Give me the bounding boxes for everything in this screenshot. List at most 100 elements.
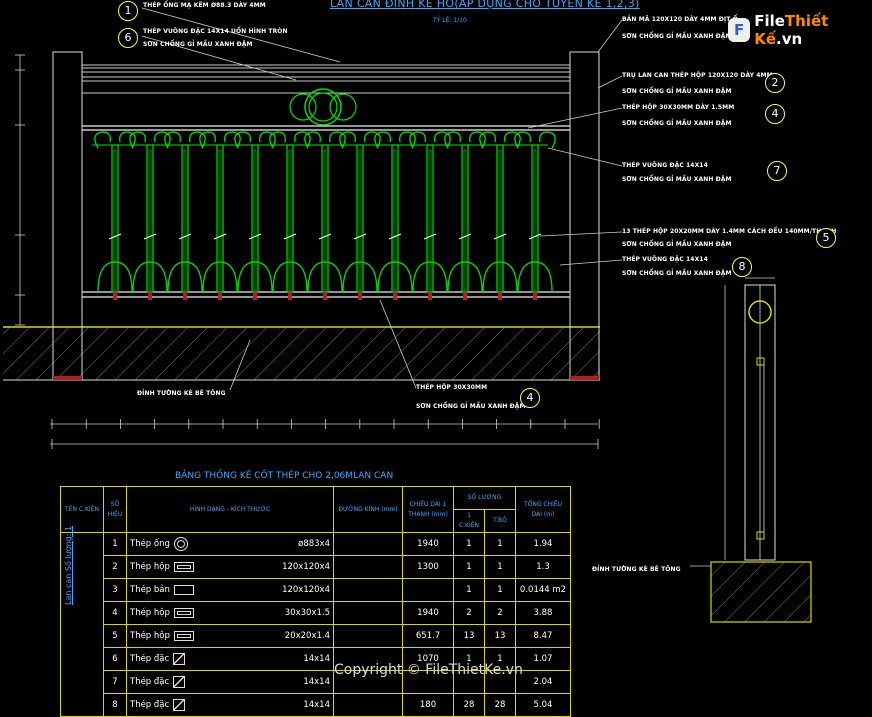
baluster-foot [183,292,187,300]
baluster [181,144,189,293]
baluster-inner [428,149,432,291]
callout-text-1: THÉP ỐNG MẠ KẼM Ø88.3 DÀY 4MM [143,2,266,9]
callout-text-4b: SƠN CHỐNG GỈ MẦU XANH ĐẬM [622,120,732,127]
cell-no: 5 [103,624,127,648]
scroll-ornament [399,131,416,149]
cut-mark [248,233,262,240]
baluster [216,144,224,293]
baluster [111,144,119,293]
cell-dk [333,532,403,556]
ring-ornament [289,93,317,121]
cut-mark [458,233,472,240]
cell-no: 6 [103,647,127,671]
cut-mark [353,233,367,240]
cell-shape: Thép ống ø883x4 [126,532,334,556]
baluster-foot [498,292,502,300]
baluster-inner [533,149,537,291]
wall-label: ĐỈNH TƯỜNG KÈ BÊ TÔNG [137,390,226,397]
side-box-section [756,357,765,366]
cell-name: Thép bản [130,585,170,595]
leader-line [527,107,623,129]
copyright-watermark: Copyright © FileThietKe.vn [334,662,523,678]
scroll-ornament [189,131,206,149]
cut-mark [283,233,297,240]
drawing-scale: TỶ LỆ: 1/10 [433,17,467,24]
cell-total: 1.94 [515,532,571,556]
scroll-ornament [469,131,486,149]
scroll-ornament [374,131,391,149]
table-row: 2 Thép hộp 120x120x4 1300 1 1 1.3 [61,555,571,579]
baluster-inner [498,149,502,291]
callout-text-2a: TRỤ LAN CAN THÉP HỘP 120X120 DÀY 4MM [622,72,773,79]
ring-ornament [304,88,342,126]
table-row: 1 Thép ống ø883x4 1940 1 1 1.94 [60,532,571,717]
cell-shape: Thép hộp 20x20x1.4 [126,624,334,648]
callout-text-7b: SƠN CHỐNG GỈ MẦU XANH ĐẬM [622,176,732,183]
pipe-icon [173,537,188,551]
baluster-inner [218,149,222,291]
scroll-ornament [504,131,521,149]
baluster [286,144,294,293]
watermark-text-c: .vn [776,30,803,48]
cell-dk [333,578,403,602]
box-section-icon [173,562,194,572]
baluster-foot [148,292,152,300]
baluster-inner [358,149,362,291]
cell-dk [333,693,403,717]
arch-ornament [342,261,378,293]
cell-no: 2 [103,555,127,579]
baluster-foot [358,292,362,300]
scroll-ornament [479,131,496,149]
arch-ornament [412,261,448,293]
watermark-text-a: File [754,12,785,30]
baluster [146,144,154,293]
scroll-ornament [164,131,181,149]
callout-text-4-lower-b: SƠN CHỐNG GỈ MẦU XANH ĐẬM [416,403,526,410]
scroll-ornament [154,131,171,149]
cut-mark [528,233,542,240]
baluster-foot [218,292,222,300]
baluster-foot [533,292,537,300]
cell-name: Thép hộp [130,608,170,618]
cell-dimension: 120x120x4 [282,585,330,595]
cell-dimension: 30x30x1.5 [284,608,330,618]
callout-text-5b: SƠN CHỐNG GỈ MẦU XANH ĐẬM [622,241,732,248]
scroll-ornament [224,131,241,149]
cell-ck: 1 [453,578,485,602]
cell-shape: Thép hộp 120x120x4 [126,555,334,579]
scroll-ornament [364,131,381,149]
cell-dimension: ø883x4 [298,539,330,549]
callout-text-6a: THÉP VUÔNG ĐẶC 14X14 UỐN HÌNH TRÒN [143,28,288,35]
header-sl-ckien: 1 C.KIỆN [453,509,485,533]
cell-no: 1 [103,532,127,556]
header-duong-kinh: ĐƯỜNG KÍNH (mm) [333,486,403,533]
solid-square-icon [173,653,186,665]
baluster [461,144,469,293]
scroll-ornament [269,131,286,149]
baluster-foot [288,292,292,300]
scroll-ornament [294,131,311,149]
scroll-ornament [199,131,216,149]
scroll-ornament [94,131,111,149]
baluster [251,144,259,293]
callout-tag-8: 8 [732,257,752,277]
callout-text-plate-b: SƠN CHỐNG GỈ MẦU XANH ĐẬM [622,33,732,40]
baluster-foot [113,292,117,300]
cell-name: Thép hộp [130,562,170,572]
arch-ornament [202,261,238,293]
cut-mark [213,233,227,240]
arch-ornament [377,261,413,293]
cell-ck: 1 [453,532,485,556]
ring-ornament [329,93,357,121]
solid-square-icon [173,676,186,688]
concrete-hatch [3,327,600,380]
base-plate-right [570,376,599,380]
cell-total: 0.0144 m2 [515,578,571,602]
callout-text-2b: SƠN CHỐNG GỈ MẦU XANH ĐẬM [622,88,732,95]
table-row: 5 Thép hộp 20x20x1.4 651.7 13 13 8.47 [61,624,571,648]
scroll-ornament [119,131,136,149]
cell-name: Thép đặc [130,677,170,687]
cell-tb: 1 [484,555,516,579]
callout-text-8a: THÉP VUÔNG ĐẶC 14X14 [622,256,708,263]
cell-len: 1940 [402,532,454,556]
